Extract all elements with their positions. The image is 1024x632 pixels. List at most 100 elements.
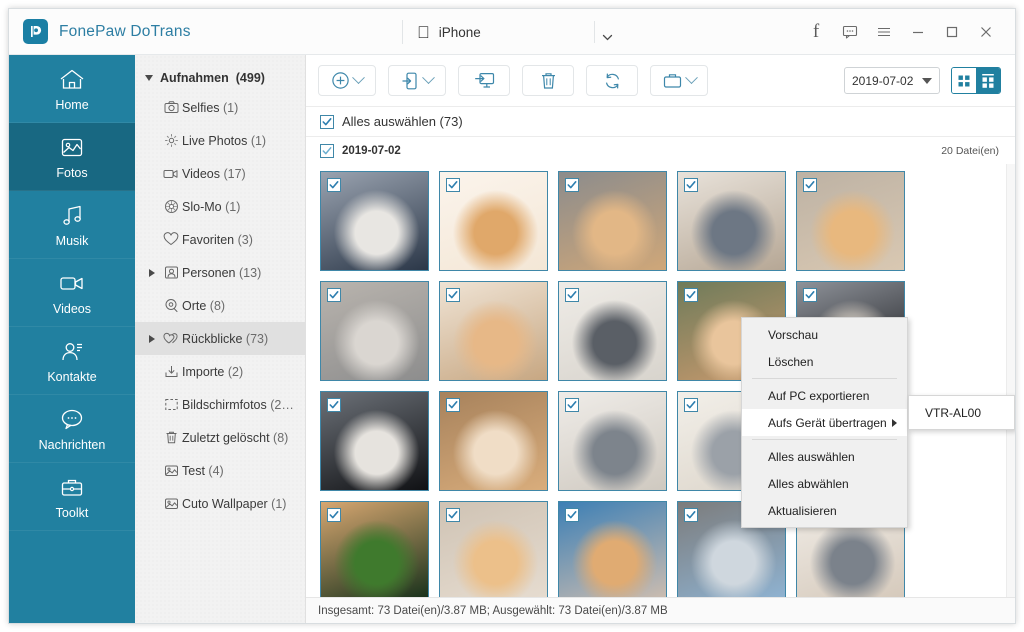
photo-thumbnail[interactable]: [439, 391, 548, 491]
sidebar-item-fotos[interactable]: Fotos: [9, 123, 135, 191]
tree-item-personen[interactable]: Personen (13): [135, 256, 305, 289]
chevron-down-icon[interactable]: [685, 71, 698, 85]
album-icon: [160, 496, 182, 511]
toolkit-icon: [59, 474, 85, 501]
photo-checkbox[interactable]: [684, 508, 698, 522]
music-icon: [59, 202, 85, 229]
tree-item-videos[interactable]: Videos (17): [135, 157, 305, 190]
photo-checkbox[interactable]: [446, 508, 460, 522]
date-filter-select[interactable]: 2019-07-02: [844, 67, 940, 94]
tree-item-selfies[interactable]: Selfies (1): [135, 91, 305, 124]
tree-item-importe[interactable]: Importe (2): [135, 355, 305, 388]
photo-checkbox[interactable]: [803, 288, 817, 302]
context-menu-item[interactable]: Löschen: [742, 348, 907, 375]
photo-thumbnail[interactable]: [320, 171, 429, 271]
sidebar-item-videos[interactable]: Videos: [9, 259, 135, 327]
context-menu-item[interactable]: Auf PC exportieren: [742, 382, 907, 409]
photo-thumbnail[interactable]: [558, 171, 667, 271]
context-menu-separator: [752, 378, 897, 379]
tree-item-orte[interactable]: Orte (8): [135, 289, 305, 322]
photo-checkbox[interactable]: [327, 508, 341, 522]
tree-item-bildschirmfotos[interactable]: Bildschirmfotos (2…: [135, 388, 305, 421]
chevron-down-icon[interactable]: [422, 71, 435, 85]
sidebar-item-kontakte[interactable]: Kontakte: [9, 327, 135, 395]
vertical-scrollbar[interactable]: [1006, 164, 1015, 597]
photo-checkbox[interactable]: [684, 398, 698, 412]
context-menu-item[interactable]: Alles auswählen: [742, 443, 907, 470]
chevron-right-icon[interactable]: [149, 268, 155, 277]
slomo-icon: [160, 199, 182, 214]
photo-checkbox[interactable]: [446, 288, 460, 302]
photo-checkbox[interactable]: [446, 398, 460, 412]
context-menu-item[interactable]: Aktualisieren: [742, 497, 907, 524]
photo-checkbox[interactable]: [684, 288, 698, 302]
group-checkbox[interactable]: [320, 143, 334, 158]
photo-thumbnail[interactable]: [558, 501, 667, 597]
refresh-button[interactable]: [586, 65, 638, 96]
tree-item-favoriten[interactable]: Favoriten (3): [135, 223, 305, 256]
context-menu-item[interactable]: Aufs Gerät übertragen: [742, 409, 907, 436]
photo-checkbox[interactable]: [327, 398, 341, 412]
photo-thumbnail[interactable]: [439, 171, 548, 271]
tree-item-cuto-wallpaper[interactable]: Cuto Wallpaper (1): [135, 487, 305, 520]
chevron-down-icon[interactable]: [352, 71, 365, 85]
context-menu-item[interactable]: Alles abwählen: [742, 470, 907, 497]
facebook-icon[interactable]: f: [799, 15, 833, 49]
sidebar-item-toolkt[interactable]: Toolkt: [9, 463, 135, 531]
sidebar-item-nachrichten[interactable]: Nachrichten: [9, 395, 135, 463]
photo-checkbox[interactable]: [803, 178, 817, 192]
export-to-device-button[interactable]: [388, 65, 446, 96]
photo-checkbox[interactable]: [327, 178, 341, 192]
chevron-right-icon[interactable]: [149, 334, 155, 343]
tree-item-test[interactable]: Test (4): [135, 454, 305, 487]
app-title: FonePaw DoTrans: [59, 22, 191, 40]
menu-icon[interactable]: [867, 15, 901, 49]
photo-thumbnail[interactable]: [320, 391, 429, 491]
photo-grid-area: [306, 164, 1015, 597]
maximize-icon[interactable]: [935, 15, 969, 49]
toolbox-button[interactable]: [650, 65, 708, 96]
album-tree: Aufnahmen (499) Selfies (1) Live Photos …: [135, 55, 306, 623]
photo-thumbnail[interactable]: [796, 171, 905, 271]
export-to-pc-button[interactable]: [458, 65, 510, 96]
add-button[interactable]: [318, 65, 376, 96]
delete-button[interactable]: [522, 65, 574, 96]
close-icon[interactable]: [969, 15, 1003, 49]
sidebar-item-musik[interactable]: Musik: [9, 191, 135, 259]
main-panel: 2019-07-02 Alles auswählen (73) 2019-07-…: [306, 55, 1015, 623]
photo-checkbox[interactable]: [565, 178, 579, 192]
device-selector[interactable]:  iPhone: [402, 20, 481, 44]
feedback-icon[interactable]: [833, 15, 867, 49]
grouped-grid-view-icon[interactable]: [976, 68, 1000, 93]
photo-checkbox[interactable]: [565, 398, 579, 412]
tree-item-label: Live Photos (1): [182, 133, 267, 148]
photo-thumbnail[interactable]: [320, 281, 429, 381]
grid-view-icon[interactable]: [952, 68, 976, 93]
photo-checkbox[interactable]: [327, 288, 341, 302]
chevron-down-icon[interactable]: [145, 75, 153, 81]
photo-checkbox[interactable]: [565, 508, 579, 522]
select-all-label: Alles auswählen (73): [342, 114, 463, 129]
chevron-down-icon[interactable]: [601, 31, 614, 44]
photo-checkbox[interactable]: [565, 288, 579, 302]
submenu-item-device[interactable]: VTR-AL00: [909, 399, 1014, 426]
photo-thumbnail[interactable]: [439, 501, 548, 597]
tree-item-live-photos[interactable]: Live Photos (1): [135, 124, 305, 157]
select-all-row[interactable]: Alles auswählen (73): [306, 107, 1015, 137]
photo-thumbnail[interactable]: [320, 501, 429, 597]
select-all-checkbox[interactable]: [320, 114, 334, 129]
context-menu-item[interactable]: Vorschau: [742, 321, 907, 348]
tree-item-zuletzt-geloescht[interactable]: Zuletzt gelöscht (8): [135, 421, 305, 454]
minimize-icon[interactable]: [901, 15, 935, 49]
photo-thumbnail[interactable]: [439, 281, 548, 381]
sidebar-item-home[interactable]: Home: [9, 55, 135, 123]
photo-thumbnail[interactable]: [677, 171, 786, 271]
photo-thumbnail[interactable]: [558, 281, 667, 381]
photo-checkbox[interactable]: [446, 178, 460, 192]
tree-item-rueckblicke[interactable]: Rückblicke (73): [135, 322, 305, 355]
tree-root-aufnahmen[interactable]: Aufnahmen (499): [135, 65, 305, 91]
tree-item-slo-mo[interactable]: Slo-Mo (1): [135, 190, 305, 223]
photo-thumbnail[interactable]: [558, 391, 667, 491]
sidebar-item-label: Nachrichten: [38, 437, 106, 452]
photo-checkbox[interactable]: [684, 178, 698, 192]
